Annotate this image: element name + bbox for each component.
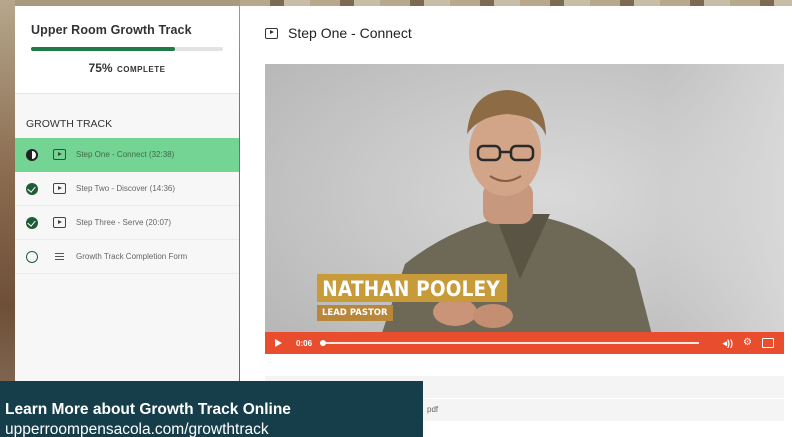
progress-percent: 75%	[88, 61, 113, 75]
video-player[interactable]: NATHAN POOLEY LEAD PASTOR 0:06 ◂)) ⚙	[265, 64, 784, 354]
course-title[interactable]: Upper Room Growth Track	[31, 23, 223, 37]
speaker-name: NATHAN POOLEY	[317, 274, 507, 302]
volume-icon[interactable]: ◂))	[723, 338, 734, 348]
empty-circle-icon	[26, 250, 38, 263]
section-label: GROWTH TRACK	[26, 118, 113, 130]
lesson-label: Step Three - Serve (20:07)	[76, 218, 172, 227]
lesson-item[interactable]: Growth Track Completion Form	[15, 240, 239, 274]
video-icon	[53, 149, 66, 160]
lesson-list: Step One - Connect (32:38) Step Two - Dis…	[15, 138, 239, 274]
seek-bar[interactable]	[320, 340, 699, 346]
speaker-role: LEAD PASTOR	[317, 305, 393, 321]
progress-complete-label: COMPLETE	[117, 65, 166, 74]
attachment-suffix: pdf	[427, 405, 439, 414]
video-lesson-icon	[265, 27, 278, 39]
course-progress-fill	[31, 47, 175, 51]
fullscreen-icon[interactable]	[762, 338, 774, 348]
play-icon[interactable]	[275, 339, 282, 347]
form-icon	[53, 251, 66, 262]
lesson-title: Step One - Connect	[288, 25, 412, 41]
video-icon	[53, 183, 66, 194]
lesson-item[interactable]: Step Two - Discover (14:36)	[15, 172, 239, 206]
lesson-header: Step One - Connect	[265, 25, 412, 41]
background-tree-strip	[0, 0, 15, 437]
check-circle-icon	[26, 216, 38, 229]
check-circle-icon	[26, 182, 38, 195]
settings-icon[interactable]: ⚙	[743, 338, 752, 348]
lesson-label: Step One - Connect (32:38)	[76, 150, 175, 159]
banner-title: Learn More about Growth Track Online	[5, 401, 291, 418]
course-sidebar: Upper Room Growth Track 75% COMPLETE GRO…	[15, 6, 239, 437]
video-controls: 0:06 ◂)) ⚙	[265, 332, 784, 354]
lesson-item[interactable]: Step Three - Serve (20:07)	[15, 206, 239, 240]
lesson-content: Step One - Connect NATHAN POOLEY LEAD PA…	[240, 6, 792, 437]
lesson-label: Growth Track Completion Form	[76, 252, 188, 261]
progress-text: 75% COMPLETE	[31, 59, 223, 77]
current-time: 0:06	[296, 338, 313, 348]
lesson-label: Step Two - Discover (14:36)	[76, 184, 176, 193]
video-icon	[53, 217, 66, 228]
promo-banner: Learn More about Growth Track Online upp…	[0, 381, 423, 437]
banner-url[interactable]: upperroompensacola.com/growthtrack	[5, 421, 423, 437]
lesson-item[interactable]: Step One - Connect (32:38)	[15, 138, 239, 172]
seek-handle[interactable]	[320, 340, 327, 346]
course-header: Upper Room Growth Track 75% COMPLETE	[15, 6, 239, 94]
course-progress-bar	[31, 47, 223, 51]
in-progress-icon	[26, 148, 38, 161]
lower-third: NATHAN POOLEY LEAD PASTOR	[317, 274, 533, 321]
